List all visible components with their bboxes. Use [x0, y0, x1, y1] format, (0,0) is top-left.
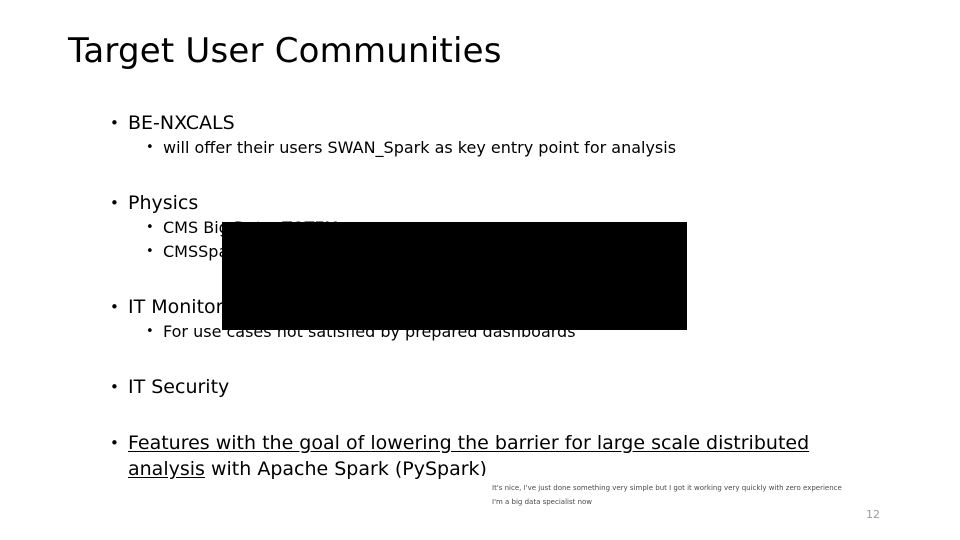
bullet-be-nxcals: BE-NXCALS	[110, 110, 235, 136]
page-title: Target User Communities	[68, 31, 502, 71]
page-number: 12	[866, 508, 880, 521]
redaction-overlay: It's nice, I've just done something very…	[222, 222, 874, 515]
chat-message-card: It's nice, I've just done something very…	[470, 476, 874, 515]
features-lead-text: Features with the goal of	[128, 432, 371, 454]
bullet-be-nxcals-detail: will offer their users SWAN_Spark as key…	[146, 136, 676, 159]
bullet-features-goal: Features with the goal of lowering the b…	[110, 430, 848, 482]
chat-message-line-1: It's nice, I've just done something very…	[492, 484, 842, 492]
slide: Target User Communities BE-NXCALS will o…	[0, 0, 960, 540]
chat-message-line-2: I'm a big data specialist now	[492, 498, 593, 506]
bullet-physics: Physics	[110, 190, 198, 216]
features-trail-text: with Apache Spark (PySpark)	[204, 458, 487, 480]
bullet-it-security: IT Security	[110, 374, 229, 400]
